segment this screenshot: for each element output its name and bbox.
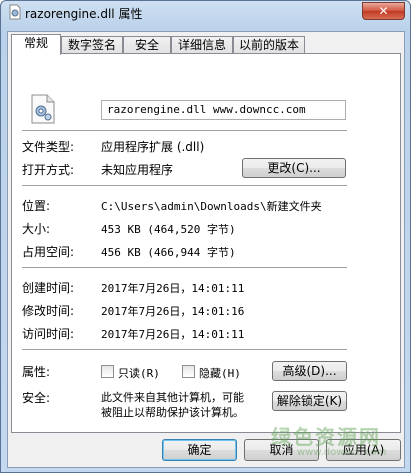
watermark-url: www.downcc.com	[297, 447, 387, 458]
separator	[22, 267, 347, 269]
accessed-label: 访问时间:	[22, 327, 75, 341]
tab-security[interactable]: 安全	[123, 36, 171, 54]
dialog-client-area: 常规 数字签名 安全 详细信息 以前的版本 razorengine.dll ww…	[7, 31, 405, 468]
file-type-value: 应用程序扩展 (.dll)	[101, 140, 205, 154]
separator	[22, 185, 347, 187]
general-tab-panel: razorengine.dll www.downcc.com 文件类型: 应用程…	[11, 53, 401, 433]
window-title: razorengine.dll 属性	[25, 7, 143, 21]
tab-general[interactable]: 常规	[11, 34, 61, 55]
security-label: 安全:	[22, 391, 51, 405]
modified-label: 修改时间:	[22, 304, 75, 318]
dll-gear-file-icon	[31, 94, 55, 124]
modified-value: 2017年7月26日，14:01:16	[101, 305, 245, 318]
security-message-line1: 此文件来自其他计算机，可能	[101, 391, 244, 404]
disk-size-value: 456 KB (466,944 字节)	[101, 246, 236, 259]
title-bar[interactable]: razorengine.dll 属性 ✕	[1, 1, 410, 25]
accessed-value: 2017年7月26日，14:01:11	[101, 328, 245, 341]
advanced-button[interactable]: 高级(D)...	[272, 361, 347, 381]
dll-file-icon	[9, 4, 21, 20]
created-value: 2017年7月26日，14:01:11	[101, 282, 245, 295]
location-value: C:\Users\admin\Downloads\新建文件夹	[101, 200, 322, 213]
change-button[interactable]: 更改(C)...	[242, 158, 346, 178]
unblock-button[interactable]: 解除锁定(K)	[272, 391, 347, 411]
size-label: 大小:	[22, 222, 51, 236]
hidden-checkbox[interactable]	[182, 365, 195, 378]
separator	[22, 349, 347, 351]
file-name-input[interactable]: razorengine.dll www.downcc.com	[101, 100, 346, 120]
tab-details[interactable]: 详细信息	[171, 36, 233, 54]
properties-window: razorengine.dll 属性 ✕ 常规 数字签名 安全 详细信息 以前的…	[0, 0, 411, 473]
security-message-line2: 被阻止以帮助保护该计算机。	[101, 406, 244, 419]
tab-digital-signatures[interactable]: 数字签名	[61, 36, 123, 54]
readonly-checkbox[interactable]	[101, 365, 114, 378]
separator	[22, 130, 347, 132]
open-with-label: 打开方式:	[22, 163, 75, 177]
hidden-label[interactable]: 隐藏(H)	[199, 365, 241, 381]
ok-button[interactable]: 确定	[162, 439, 237, 461]
file-type-label: 文件类型:	[22, 140, 75, 154]
close-button[interactable]: ✕	[362, 2, 405, 20]
attributes-label: 属性:	[22, 365, 51, 379]
tab-previous-versions[interactable]: 以前的版本	[233, 36, 305, 54]
watermark-logo: 绿色资源网	[271, 425, 381, 449]
disk-size-label: 占用空间:	[22, 245, 75, 259]
readonly-label[interactable]: 只读(R)	[118, 365, 160, 381]
location-label: 位置:	[22, 199, 51, 213]
open-with-value: 未知应用程序	[101, 163, 174, 177]
created-label: 创建时间:	[22, 281, 75, 295]
size-value: 453 KB (464,520 字节)	[101, 223, 236, 236]
